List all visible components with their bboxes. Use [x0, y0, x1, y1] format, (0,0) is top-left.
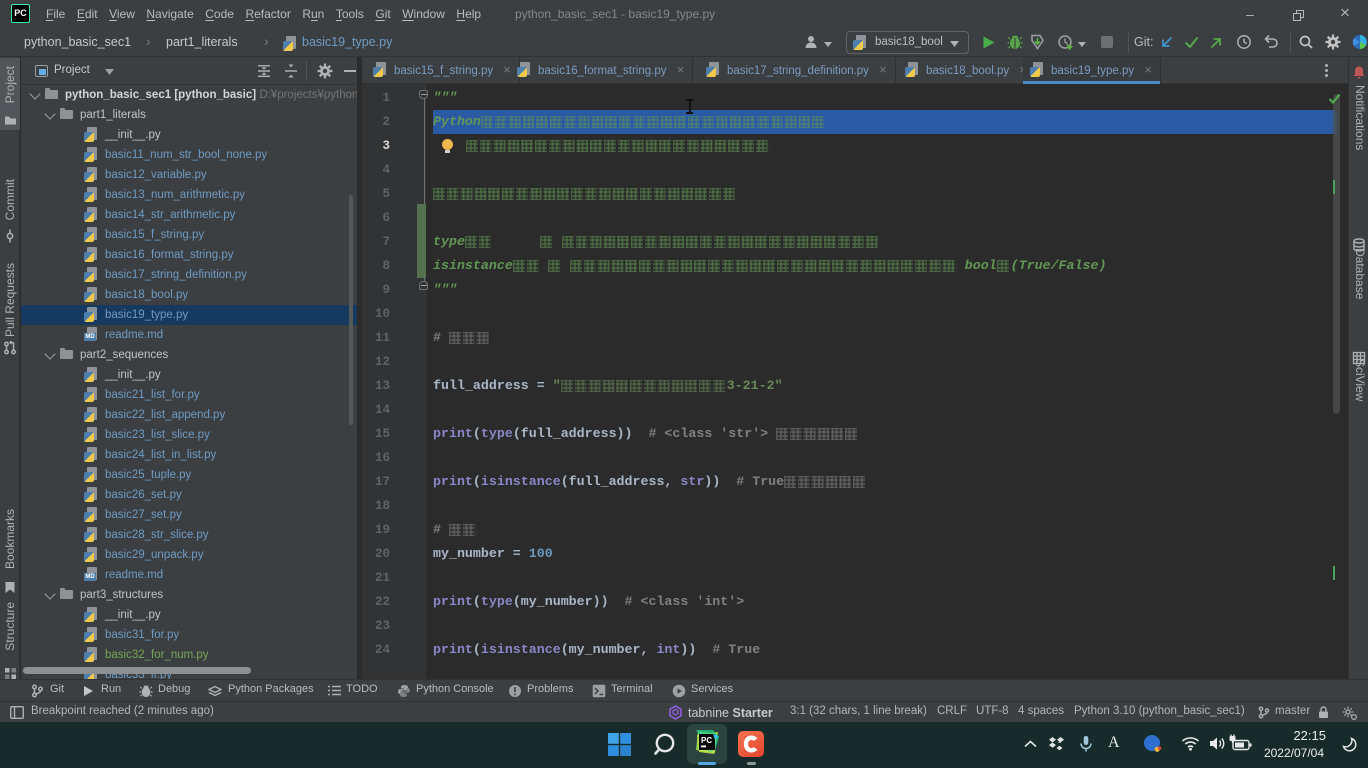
svg-text:PC: PC	[701, 736, 712, 745]
svg-text:z: z	[1058, 738, 1062, 745]
